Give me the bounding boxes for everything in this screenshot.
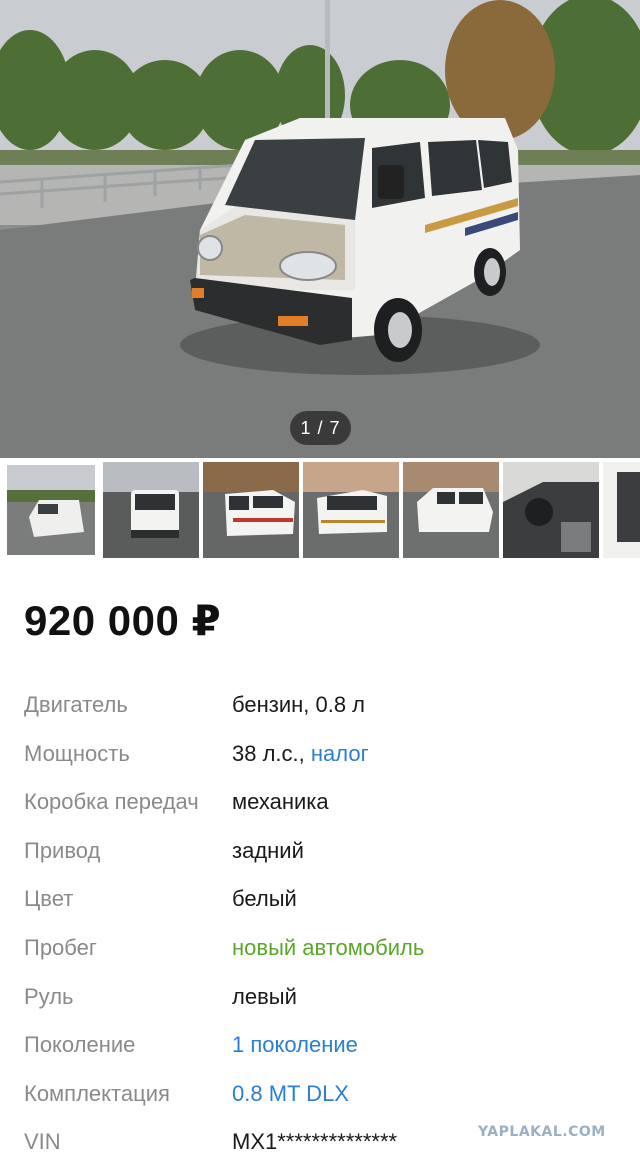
thumbnail-image [603,462,640,558]
thumbnail-6[interactable] [503,462,599,558]
generation-link[interactable]: 1 поколение [232,1032,358,1058]
thumbnail-1[interactable] [4,462,98,558]
specs-list: Двигатель бензин, 0.8 л Мощность 38 л.с.… [0,684,640,1162]
spec-label: Цвет [24,886,74,912]
thumbnail-image [103,462,199,558]
thumbnail-2[interactable] [103,462,199,558]
spec-label: Комплектация [24,1080,170,1106]
thumbnail-image [503,462,599,558]
spec-value: бензин, 0.8 л [232,692,366,717]
trim-link[interactable]: 0.8 MT DLX [232,1081,349,1107]
spec-row-transmission: Коробка передач механика [0,781,640,830]
photo-counter: 1 / 7 [290,411,351,445]
spec-value-new-car: новый автомобиль [232,934,425,960]
spec-value: задний [232,837,304,863]
thumbnail-image [4,462,98,558]
watermark: YAPLAKAL.COM [478,1124,606,1140]
spec-label: Поколение [24,1032,136,1058]
spec-row-mileage: Пробег новый автомобиль [0,927,640,976]
spec-row-power: Мощность 38 л.с., налог [0,733,640,782]
spec-value: 38 л.с., [232,740,305,766]
thumbnail-3[interactable] [203,462,299,558]
van-photo [0,0,640,458]
spec-label: Руль [24,983,74,1009]
vin-value: MX1************** [232,1129,398,1155]
thumbnail-image [303,462,399,558]
spec-value: механика [232,789,329,815]
spec-label: VIN [24,1129,61,1155]
tax-link[interactable]: налог [311,741,369,766]
price: 920 000 ₽ [24,597,222,644]
spec-label: Привод [24,837,101,863]
spec-label: Коробка передач [24,789,199,815]
thumbnail-image [403,462,499,558]
spec-row-color: Цвет белый [0,878,640,927]
thumbnail-7[interactable] [603,462,640,558]
spec-label: Пробег [24,934,97,960]
spec-value-power: 38 л.с., налог [232,741,369,767]
thumbnail-5[interactable] [403,462,499,558]
spec-row-drive: Привод задний [0,830,640,879]
spec-value: белый [232,886,297,912]
spec-row-trim: Комплектация 0.8 MT DLX [0,1073,640,1122]
spec-value: левый [232,983,297,1009]
thumbnail-image [203,462,299,558]
spec-row-engine: Двигатель бензин, 0.8 л [0,684,640,733]
spec-label: Двигатель [24,692,128,717]
main-photo[interactable]: 1 / 7 [0,0,640,458]
spec-row-generation: Поколение 1 поколение [0,1024,640,1073]
thumbnail-strip[interactable] [0,458,640,562]
thumbnail-4[interactable] [303,462,399,558]
spec-row-steering: Руль левый [0,976,640,1025]
spec-label: Мощность [24,740,130,766]
